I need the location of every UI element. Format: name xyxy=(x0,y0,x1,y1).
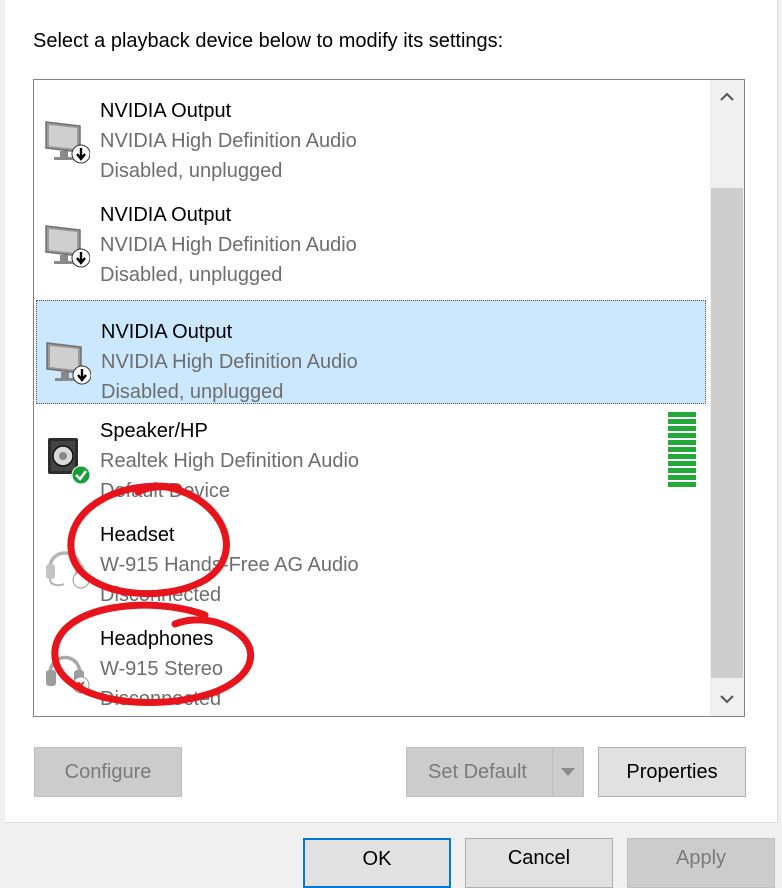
chevron-up-icon xyxy=(720,92,734,101)
device-driver: Realtek High Definition Audio xyxy=(100,450,360,472)
playback-device-list[interactable]: NVIDIA Output NVIDIA High Definition Aud… xyxy=(33,79,745,717)
scroll-down-button[interactable] xyxy=(710,682,744,716)
set-default-button[interactable]: Set Default xyxy=(406,747,584,797)
ok-button[interactable]: OK xyxy=(303,838,451,888)
vertical-scrollbar[interactable] xyxy=(710,80,744,716)
properties-button[interactable]: Properties xyxy=(598,747,746,797)
device-status: Disabled, unplugged xyxy=(100,160,283,182)
volume-level-meter xyxy=(668,412,696,489)
device-status: Disabled, unplugged xyxy=(100,264,283,286)
set-default-label: Set Default xyxy=(428,760,527,783)
device-item-headphones[interactable]: Headphones W-915 Stereo Disconnected xyxy=(36,608,706,712)
device-item-headset[interactable]: Headset W-915 Hands-Free AG Audio Discon… xyxy=(36,504,706,608)
scrollbar-thumb[interactable] xyxy=(711,188,743,678)
headset-icon xyxy=(46,551,90,589)
device-item-nvidia-output-2[interactable]: NVIDIA Output NVIDIA High Definition Aud… xyxy=(36,184,706,288)
monitor-speaker-icon xyxy=(46,342,91,385)
cancel-button[interactable]: Cancel xyxy=(465,838,613,888)
device-item-nvidia-output-1[interactable]: NVIDIA Output NVIDIA High Definition Aud… xyxy=(36,80,706,184)
device-name: NVIDIA Output xyxy=(100,204,232,226)
device-driver: NVIDIA High Definition Audio xyxy=(100,234,357,256)
device-item-speaker-hp[interactable]: Speaker/HP Realtek High Definition Audio… xyxy=(36,400,706,504)
device-status: Disconnected xyxy=(100,688,222,710)
device-name: NVIDIA Output xyxy=(101,321,233,343)
device-driver: NVIDIA High Definition Audio xyxy=(100,130,357,152)
device-driver: NVIDIA High Definition Audio xyxy=(101,351,358,373)
caret-down-icon xyxy=(561,768,575,776)
device-driver: W-915 Hands-Free AG Audio xyxy=(100,554,359,576)
scroll-up-button[interactable] xyxy=(710,80,744,114)
device-name: Speaker/HP xyxy=(100,420,208,442)
device-status: Default Device xyxy=(100,480,231,502)
headphones-icon xyxy=(46,655,90,694)
monitor-speaker-icon xyxy=(45,121,90,164)
configure-button[interactable]: Configure xyxy=(34,747,182,797)
device-item-nvidia-output-3[interactable]: NVIDIA Output NVIDIA High Definition Aud… xyxy=(36,300,706,404)
monitor-speaker-icon xyxy=(45,225,90,268)
device-driver: W-915 Stereo xyxy=(100,658,224,680)
instruction-label: Select a playback device below to modify… xyxy=(33,30,504,52)
set-default-dropdown-arrow[interactable] xyxy=(552,748,583,796)
device-name: Headphones xyxy=(100,628,214,650)
device-name: NVIDIA Output xyxy=(100,100,232,122)
chevron-down-icon xyxy=(720,695,734,704)
apply-button[interactable]: Apply xyxy=(627,838,775,888)
device-status: Disconnected xyxy=(100,584,222,606)
device-name: Headset xyxy=(100,524,175,546)
speaker-icon xyxy=(48,438,90,485)
